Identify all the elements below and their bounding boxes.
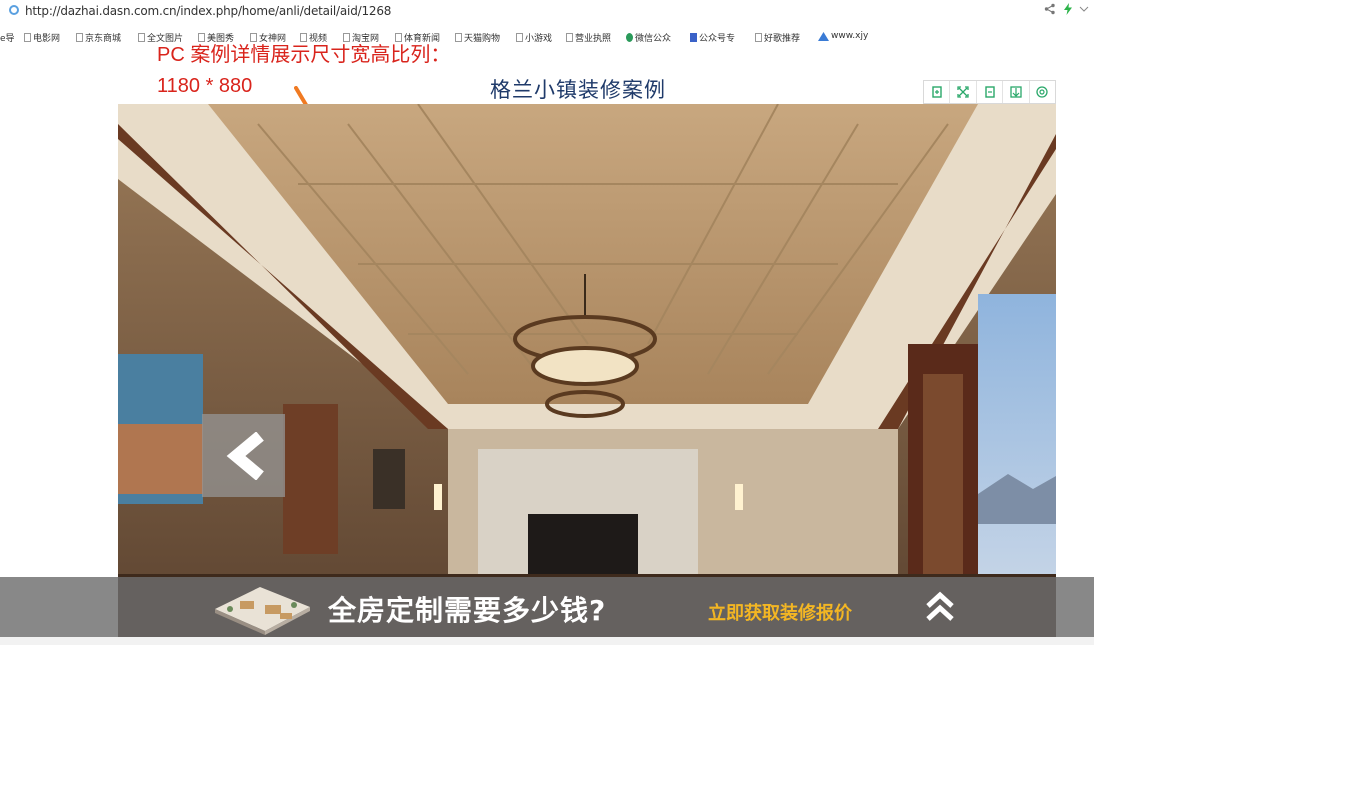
page-loading-icon (9, 5, 19, 15)
page-icon (566, 33, 573, 42)
bookmark-item[interactable]: 好歌推荐 (755, 31, 800, 44)
quote-banner[interactable]: 全房定制需要多少钱? 立即获取装修报价 (0, 577, 1094, 637)
chevron-left-icon (226, 431, 264, 480)
banner-headline: 全房定制需要多少钱? (328, 594, 607, 627)
bookmark-item[interactable]: e导 (0, 31, 15, 44)
paw-icon (690, 33, 697, 42)
bookmark-item[interactable]: 电影网 (24, 31, 60, 44)
lightning-icon[interactable] (1062, 3, 1074, 18)
fullscreen-icon[interactable] (949, 81, 975, 103)
share-icon[interactable] (1044, 3, 1056, 18)
page-icon (24, 33, 31, 42)
globe-icon (626, 33, 633, 42)
page-icon (516, 33, 523, 42)
address-bar[interactable]: http://dazhai.dasn.com.cn/index.php/home… (0, 0, 1100, 24)
double-chevron-up-icon[interactable] (922, 590, 958, 624)
bookmark-item[interactable]: www.xjy (818, 31, 868, 41)
case-photo[interactable] (118, 104, 1056, 637)
house-model-icon (215, 587, 310, 635)
rotate-left-icon[interactable] (924, 81, 949, 103)
bookmark-item[interactable]: 微信公众 (626, 31, 671, 44)
triangle-icon (818, 31, 829, 41)
image-toolbar (923, 80, 1056, 104)
page-icon (455, 33, 462, 42)
case-title: 格兰小镇装修案例 (490, 78, 666, 102)
bookmark-item[interactable]: 公众号专 (690, 31, 735, 44)
annotation-line1: PC 案例详情展示尺寸宽高比列： (157, 44, 451, 66)
page-icon (755, 33, 762, 42)
chevron-down-icon[interactable] (1079, 3, 1089, 17)
bookmark-item[interactable]: 京东商城 (76, 31, 121, 44)
settings-icon[interactable] (1028, 81, 1055, 103)
annotation-line2: 1180 * 880 (157, 75, 253, 97)
bookmark-item[interactable]: 小游戏 (516, 31, 552, 44)
bookmark-item[interactable]: 营业执照 (566, 31, 611, 44)
url-text[interactable]: http://dazhai.dasn.com.cn/index.php/home… (25, 4, 391, 18)
banner-cta[interactable]: 立即获取装修报价 (708, 599, 852, 625)
rotate-right-icon[interactable] (975, 81, 1002, 103)
bookmark-item[interactable]: 天猫购物 (455, 31, 500, 44)
page-divider (0, 637, 1094, 645)
page-icon (138, 33, 145, 42)
living-room-image (118, 104, 1056, 637)
page-icon (76, 33, 83, 42)
prev-image-button[interactable] (202, 414, 285, 497)
download-icon[interactable] (1002, 81, 1028, 103)
